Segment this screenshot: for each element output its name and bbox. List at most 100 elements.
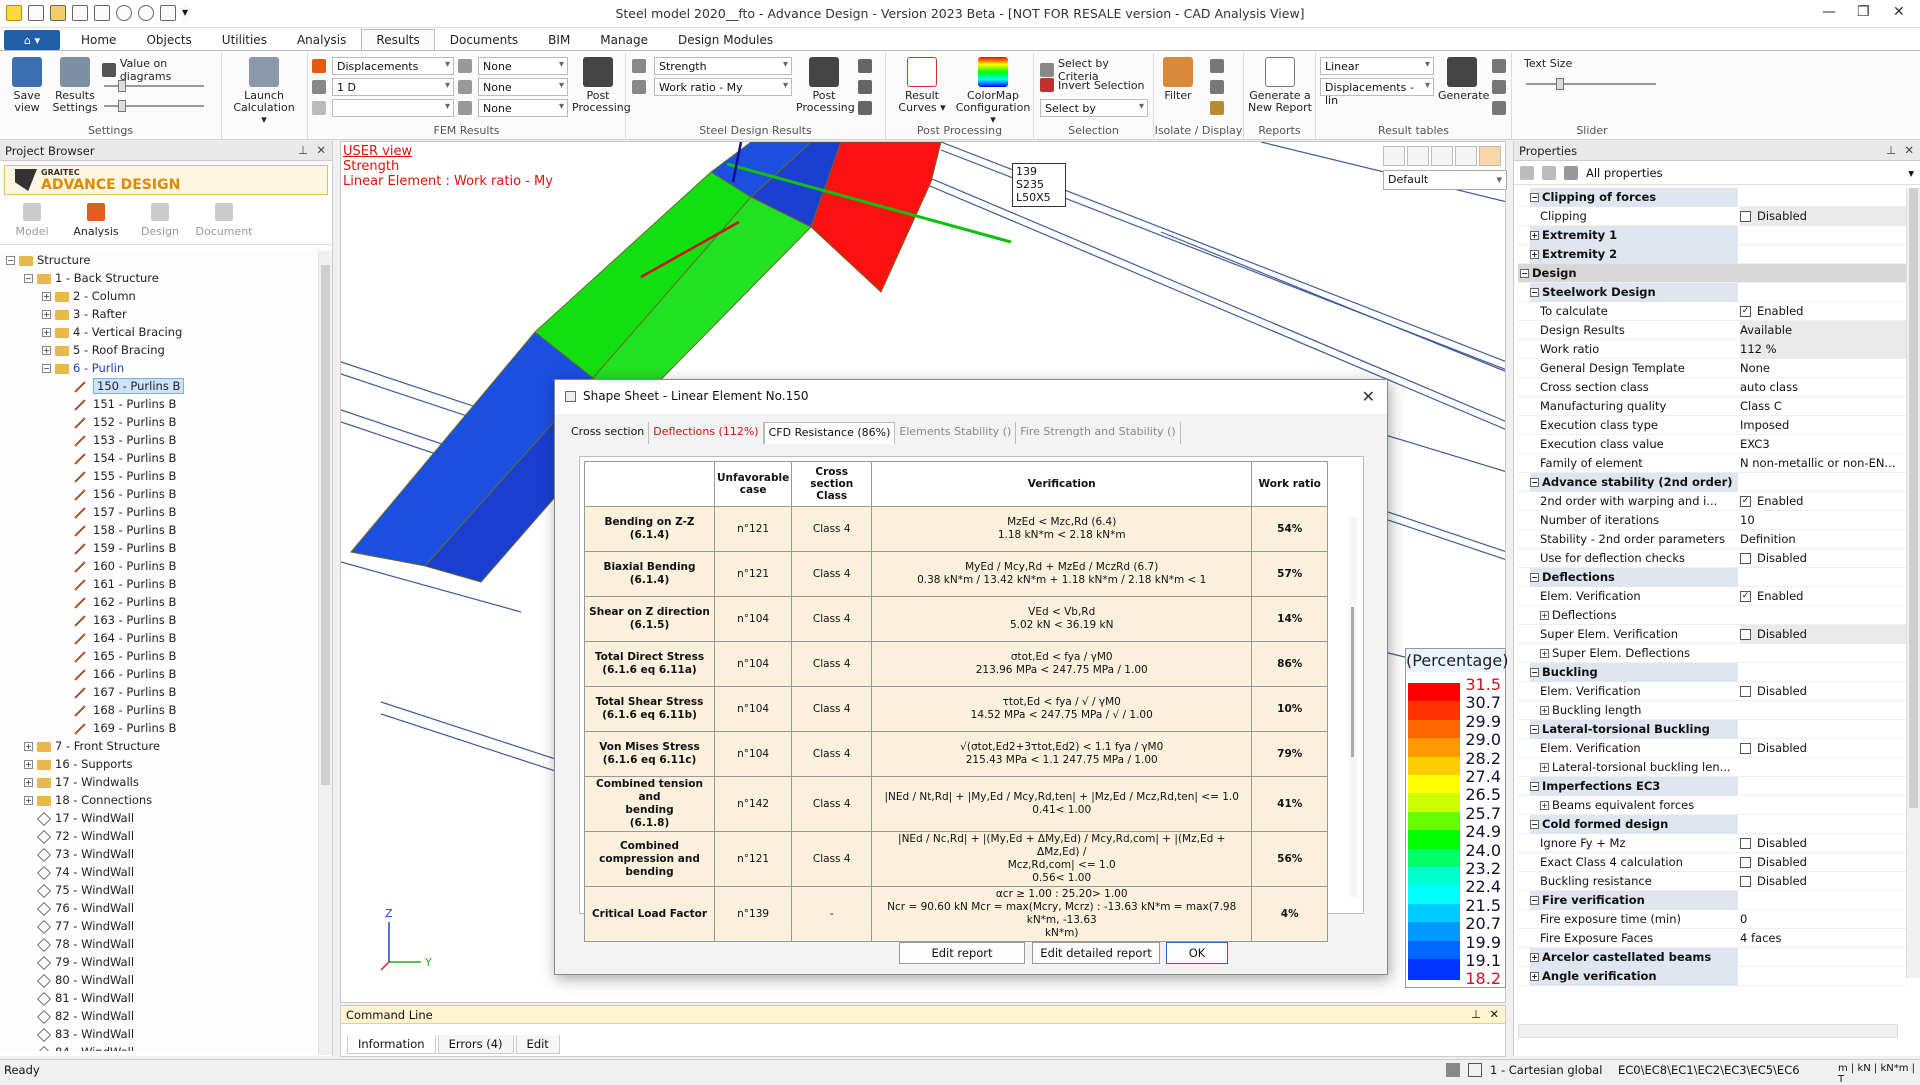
property-row[interactable]: Elem. Verification Disabled: [1518, 682, 1906, 701]
tab-fire-strength[interactable]: Fire Strength and Stability (): [1016, 422, 1181, 444]
display-icon-2[interactable]: [1210, 80, 1224, 94]
view-style-combo[interactable]: Default ▾: [1383, 170, 1507, 190]
tree-scrollbar[interactable]: [318, 251, 332, 1055]
tab-manage[interactable]: Manage: [585, 29, 663, 50]
property-row[interactable]: − Design: [1518, 264, 1906, 283]
coord-system[interactable]: 1 - Cartesian global: [1490, 1063, 1602, 1077]
property-row[interactable]: + Angle verification: [1518, 967, 1906, 986]
table-result-combo[interactable]: Displacements - lin: [1320, 78, 1434, 107]
property-checkbox[interactable]: [1740, 876, 1751, 887]
tree-item[interactable]: 75 - WindWall: [0, 881, 316, 899]
property-row[interactable]: − Steelwork Design: [1518, 283, 1906, 302]
mode-model-button[interactable]: Model: [0, 199, 64, 244]
units[interactable]: m | kN | kN*m | T: [1838, 1063, 1920, 1085]
tree-item[interactable]: +16 - Supports: [0, 755, 316, 773]
table-type-combo[interactable]: Linear: [1320, 57, 1434, 75]
brush-icon[interactable]: [1446, 1063, 1460, 1077]
tree-item[interactable]: 159 - Purlins B: [0, 539, 316, 557]
zoom-extents-icon[interactable]: [1407, 146, 1429, 166]
tab-information[interactable]: Information: [347, 1035, 436, 1054]
tree-item[interactable]: 160 - Purlins B: [0, 557, 316, 575]
property-row[interactable]: Manufacturing quality Class C: [1518, 397, 1906, 416]
tree-item[interactable]: 162 - Purlins B: [0, 593, 316, 611]
expand-icon[interactable]: +: [42, 328, 51, 337]
mode-analysis-button[interactable]: Analysis: [64, 199, 128, 244]
tree-item[interactable]: +3 - Rafter: [0, 305, 316, 323]
tree-item[interactable]: 78 - WindWall: [0, 935, 316, 953]
properties-scroll-thumb[interactable]: [1909, 188, 1918, 808]
property-checkbox[interactable]: [1740, 743, 1751, 754]
tab-design-modules[interactable]: Design Modules: [663, 29, 788, 50]
property-checkbox[interactable]: ✓: [1740, 496, 1751, 507]
tree-item[interactable]: +4 - Vertical Bracing: [0, 323, 316, 341]
property-row[interactable]: − Cold formed design: [1518, 815, 1906, 834]
steel-result-combo[interactable]: Strength: [654, 57, 792, 75]
property-row[interactable]: To calculate ✓ Enabled: [1518, 302, 1906, 321]
chevron-down-icon[interactable]: ▾: [1908, 166, 1914, 180]
close-icon[interactable]: ✕: [1489, 1007, 1499, 1021]
expand-icon[interactable]: +: [1540, 649, 1549, 658]
table-export-icon[interactable]: [1492, 101, 1506, 115]
display-icon-3[interactable]: [1210, 101, 1224, 115]
tree-item[interactable]: 167 - Purlins B: [0, 683, 316, 701]
pin-icon[interactable]: ⊥: [298, 143, 308, 157]
result-curves-button[interactable]: Result Curves ▾: [892, 57, 952, 114]
categorize-icon[interactable]: [1542, 165, 1556, 180]
expand-icon[interactable]: −: [1530, 820, 1539, 829]
property-row[interactable]: − Lateral-torsional Buckling: [1518, 720, 1906, 739]
expand-icon[interactable]: +: [42, 310, 51, 319]
property-row[interactable]: − Clipping of forces: [1518, 188, 1906, 207]
tree-item[interactable]: +17 - Windwalls: [0, 773, 316, 791]
tree-item[interactable]: 152 - Purlins B: [0, 413, 316, 431]
property-row[interactable]: Super Elem. Verification Disabled: [1518, 625, 1906, 644]
fem-post-processing-button[interactable]: Post Processing: [572, 57, 631, 114]
expand-icon[interactable]: −: [1520, 269, 1529, 278]
ok-button[interactable]: OK: [1166, 942, 1228, 964]
property-checkbox[interactable]: [1740, 629, 1751, 640]
property-checkbox[interactable]: [1740, 857, 1751, 868]
tree-item[interactable]: 83 - WindWall: [0, 1025, 316, 1043]
select-by-combo[interactable]: Select by: [1040, 99, 1148, 117]
tree-item[interactable]: 165 - Purlins B: [0, 647, 316, 665]
options-icon[interactable]: [858, 101, 872, 115]
tree-item[interactable]: 150 - Purlins B: [0, 377, 316, 395]
expand-icon[interactable]: −: [1530, 896, 1539, 905]
property-row[interactable]: − Buckling: [1518, 663, 1906, 682]
expand-icon[interactable]: −: [1530, 782, 1539, 791]
close-button[interactable]: ✕: [1893, 4, 1905, 20]
tab-bim[interactable]: BIM: [533, 29, 585, 50]
tree-item[interactable]: 84 - WindWall: [0, 1043, 316, 1051]
tree-item[interactable]: 164 - Purlins B: [0, 629, 316, 647]
fem-none-combo-1[interactable]: None: [478, 57, 568, 75]
tree-item[interactable]: 166 - Purlins B: [0, 665, 316, 683]
save-view-button[interactable]: Save view: [6, 57, 48, 114]
property-row[interactable]: Design Results Available: [1518, 321, 1906, 340]
launch-calculation-button[interactable]: Launch Calculation ▾: [232, 57, 296, 126]
expand-icon[interactable]: +: [24, 778, 33, 787]
expand-icon[interactable]: −: [1530, 478, 1539, 487]
tree-item[interactable]: 156 - Purlins B: [0, 485, 316, 503]
property-row[interactable]: Family of element N non-metallic or non-E…: [1518, 454, 1906, 473]
property-row[interactable]: 2nd order with warping and i... ✓ Enabled: [1518, 492, 1906, 511]
tree-item[interactable]: 158 - Purlins B: [0, 521, 316, 539]
property-row[interactable]: Execution class value EXC3: [1518, 435, 1906, 454]
generate-report-button[interactable]: Generate a New Report: [1246, 57, 1314, 114]
orbit-icon[interactable]: [1479, 146, 1501, 166]
tab-documents[interactable]: Documents: [435, 29, 533, 50]
property-row[interactable]: Cross section class auto class: [1518, 378, 1906, 397]
expand-icon[interactable]: +: [1530, 953, 1539, 962]
tree-item[interactable]: 77 - WindWall: [0, 917, 316, 935]
tree-item[interactable]: 154 - Purlins B: [0, 449, 316, 467]
property-row[interactable]: Use for deflection checks Disabled: [1518, 549, 1906, 568]
zoom-window-icon[interactable]: [1383, 146, 1405, 166]
expand-icon[interactable]: −: [1530, 193, 1539, 202]
pin-icon[interactable]: ⊥: [1886, 143, 1896, 157]
expand-icon[interactable]: +: [24, 742, 33, 751]
filter-button[interactable]: Filter: [1158, 57, 1198, 102]
expand-icon[interactable]: −: [24, 274, 33, 283]
results-settings-button[interactable]: Results Settings: [52, 57, 98, 114]
tree-item[interactable]: 74 - WindWall: [0, 863, 316, 881]
property-row[interactable]: + Extremity 1: [1518, 226, 1906, 245]
tree-item[interactable]: 151 - Purlins B: [0, 395, 316, 413]
tree-item[interactable]: +7 - Front Structure: [0, 737, 316, 755]
